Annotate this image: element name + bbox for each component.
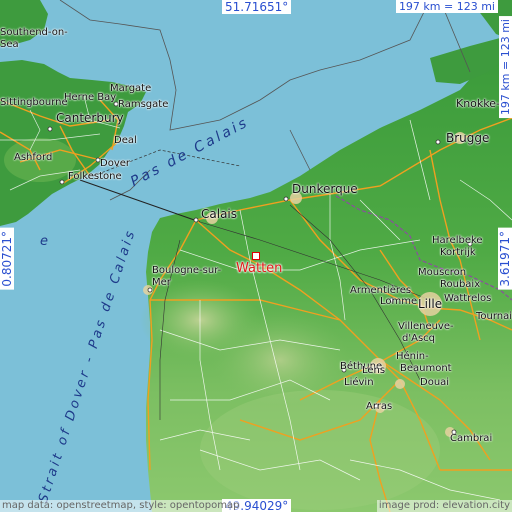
city-canterbury: Canterbury — [56, 111, 124, 125]
city-dover: Dover — [100, 158, 130, 169]
city-wattrelos: Wattrelos — [444, 293, 492, 304]
scale-horizontal: 197 km = 123 mi — [395, 0, 498, 13]
coord-top: 51.71651° — [222, 0, 292, 14]
city-harelbeke: Harelbeke — [432, 235, 483, 246]
attribution-left: map data: openstreetmap, style: opentopo… — [0, 500, 242, 512]
city-dunkerque: Dunkerque — [292, 182, 358, 196]
city-boulogne-mer: Mer — [152, 277, 171, 288]
city-southend: Southend-on- — [0, 27, 68, 38]
city-cambrai: Cambrai — [450, 433, 493, 444]
city-southend-sea: Sea — [0, 39, 19, 50]
city-arras: Arras — [366, 401, 393, 412]
city-ramsgate: Ramsgate — [118, 99, 169, 110]
sea-label-fragment: e — [40, 234, 51, 249]
city-sittingbourne: Sittingbourne — [0, 97, 68, 108]
city-calais: Calais — [201, 207, 238, 221]
map-canvas[interactable]: Pas de Calais Strait of Dover - Pas de C… — [0, 0, 512, 512]
city-ashford: Ashford — [14, 152, 53, 163]
highlighted-place-label[interactable]: Watten — [236, 262, 282, 275]
city-villeneuve-ascq: d'Ascq — [402, 333, 435, 344]
city-armentieres: Armentières — [350, 285, 412, 296]
city-folkestone: Folkestone — [68, 171, 122, 182]
attribution-right: image prod: elevation.city — [376, 500, 512, 512]
city-henin: Hénin- — [396, 351, 429, 362]
city-douai: Douai — [420, 377, 450, 388]
city-roubaix: Roubaix — [440, 279, 481, 290]
city-villeneuve: Villeneuve- — [398, 321, 454, 332]
city-margate: Margate — [110, 83, 152, 94]
city-mouscron: Mouscron — [418, 267, 467, 278]
city-kortrijk: Kortrijk — [440, 247, 476, 258]
city-lievin: Liévin — [344, 377, 374, 388]
coord-right: 3.61971° — [498, 228, 512, 290]
city-herne-bay: Herne Bay — [64, 92, 117, 103]
place-marker[interactable] — [252, 252, 260, 260]
south-hills — [200, 390, 440, 510]
city-lens: Lens — [362, 365, 386, 376]
city-brugge: Brugge — [446, 131, 490, 145]
scale-vertical: 197 km = 123 mi — [499, 16, 512, 119]
city-lille: Lille — [418, 297, 443, 311]
city-deal: Deal — [114, 135, 137, 146]
city-beaumont: Beaumont — [400, 363, 452, 374]
city-boulogne: Boulogne-sur- — [152, 265, 222, 276]
city-lomme: Lomme — [380, 296, 418, 307]
coord-left: 0.80721° — [0, 228, 14, 290]
city-tournai: Tournai — [476, 311, 512, 322]
